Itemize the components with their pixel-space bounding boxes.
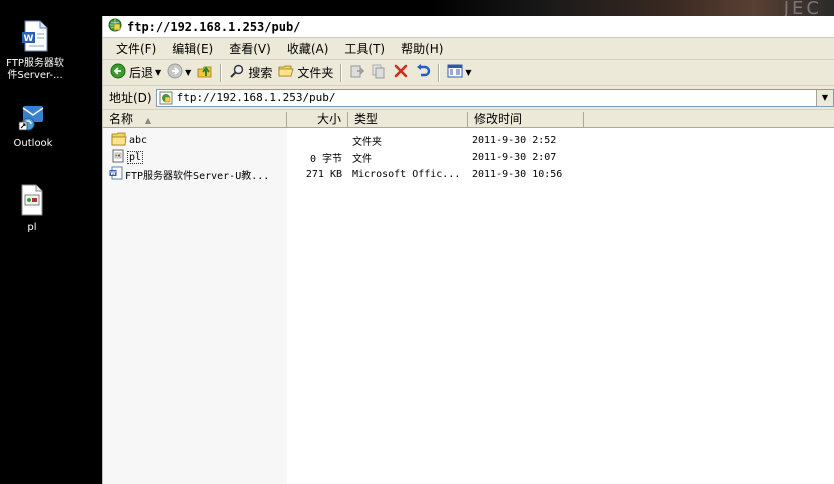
file-modified: 2011-9-30 2:52 bbox=[472, 135, 557, 146]
column-header-modified[interactable]: 修改时间 bbox=[468, 112, 584, 127]
toolbar-separator bbox=[220, 63, 223, 82]
folders-label: 文件夹 bbox=[297, 66, 334, 80]
copy-to-button[interactable] bbox=[368, 62, 390, 84]
column-header-row: 名称 ▲ 大小 类型 修改时间 bbox=[103, 112, 834, 128]
folder-icon bbox=[111, 132, 127, 149]
word-doc-icon: W bbox=[109, 166, 123, 183]
move-to-button[interactable] bbox=[346, 62, 368, 84]
menu-favorites[interactable]: 收藏(A) bbox=[279, 40, 337, 57]
address-value: ftp://192.168.1.253/pub/ bbox=[176, 91, 336, 104]
window-title: ftp://192.168.1.253/pub/ bbox=[127, 19, 301, 34]
menu-file[interactable]: 文件(F) bbox=[108, 40, 164, 57]
toolbar: 后退 ▼ ▼ 搜索 文件夹 ▼ bbox=[103, 60, 834, 86]
file-type: 文件夹 bbox=[352, 137, 382, 148]
search-label: 搜索 bbox=[248, 66, 273, 80]
file-rows: abc 文件夹 2011-9-30 2:52 pl 0 字节 文件 2011-9… bbox=[103, 132, 834, 183]
file-name: pl bbox=[127, 151, 144, 164]
address-dropdown-button[interactable]: ▼ bbox=[816, 89, 833, 106]
menu-tools[interactable]: 工具(T) bbox=[336, 40, 393, 57]
file-icon bbox=[111, 149, 125, 166]
file-size: 0 字节 bbox=[309, 154, 342, 165]
svg-text:W: W bbox=[24, 34, 34, 44]
desktop-icon-label: pl bbox=[27, 222, 37, 233]
delete-button[interactable] bbox=[390, 62, 412, 84]
ie-page-icon bbox=[159, 91, 173, 105]
file-modified: 2011-9-30 2:07 bbox=[472, 152, 557, 163]
menu-view[interactable]: 查看(V) bbox=[221, 40, 279, 57]
back-button[interactable]: 后退 ▼ bbox=[107, 62, 164, 84]
menu-edit[interactable]: 编辑(E) bbox=[164, 40, 221, 57]
chevron-down-icon[interactable]: ▼ bbox=[465, 68, 471, 77]
file-row-abc[interactable]: abc 文件夹 2011-9-30 2:52 bbox=[103, 132, 834, 149]
forward-arrow-icon bbox=[167, 63, 183, 82]
search-button[interactable]: 搜索 bbox=[226, 62, 275, 84]
chevron-down-icon[interactable]: ▼ bbox=[155, 68, 161, 77]
up-folder-button[interactable] bbox=[194, 62, 216, 84]
back-label: 后退 bbox=[129, 66, 154, 80]
toolbar-separator bbox=[438, 63, 441, 82]
address-input[interactable]: ftp://192.168.1.253/pub/ ▼ bbox=[155, 88, 834, 107]
column-header-name[interactable]: 名称 ▲ bbox=[103, 112, 287, 127]
views-button[interactable]: ▼ bbox=[444, 62, 474, 84]
desktop-icon-ftp-doc[interactable]: W FTP服务器软 件Server-... bbox=[0, 20, 70, 82]
file-row-ftp-doc[interactable]: W FTP服务器软件Server-U教... 271 KB Microsoft … bbox=[103, 166, 834, 183]
chevron-down-icon: ▼ bbox=[821, 93, 829, 102]
file-type: 文件 bbox=[352, 154, 372, 165]
folders-button[interactable]: 文件夹 bbox=[275, 62, 336, 84]
column-header-name-label: 名称 bbox=[109, 112, 134, 126]
copy-to-icon bbox=[371, 63, 387, 82]
search-icon bbox=[229, 63, 245, 82]
file-type: Microsoft Offic... bbox=[352, 169, 461, 180]
word-doc-icon: W bbox=[0, 20, 70, 56]
delete-x-icon bbox=[393, 63, 409, 82]
toolbar-separator bbox=[340, 63, 343, 82]
address-label: 地址(D) bbox=[109, 91, 152, 105]
file-size: 271 KB bbox=[305, 169, 342, 180]
file-name: abc bbox=[129, 135, 148, 146]
file-list: 名称 ▲ 大小 类型 修改时间 abc 文件夹 2011-9-30 2:52 p… bbox=[103, 112, 834, 484]
file-icon bbox=[0, 184, 67, 220]
up-folder-icon bbox=[197, 63, 213, 82]
desktop-icon-label: FTP服务器软 件Server-... bbox=[6, 58, 64, 81]
menu-bar: 文件(F) 编辑(E) 查看(V) 收藏(A) 工具(T) 帮助(H) bbox=[103, 38, 834, 60]
file-modified: 2011-9-30 10:56 bbox=[472, 169, 563, 180]
views-grid-icon bbox=[447, 63, 463, 82]
file-name: FTP服务器软件Server-U教... bbox=[125, 171, 270, 182]
svg-text:W: W bbox=[110, 171, 116, 177]
desktop-icon-label: Outlook bbox=[13, 138, 53, 149]
file-row-pl[interactable]: pl 0 字节 文件 2011-9-30 2:07 bbox=[103, 149, 834, 166]
move-to-icon bbox=[349, 63, 365, 82]
chevron-down-icon[interactable]: ▼ bbox=[185, 68, 191, 77]
address-bar: 地址(D) ftp://192.168.1.253/pub/ ▼ bbox=[103, 86, 834, 110]
ie-globe-icon bbox=[108, 18, 122, 35]
undo-button[interactable] bbox=[412, 62, 434, 84]
column-header-size[interactable]: 大小 bbox=[287, 112, 348, 127]
desktop-icon-outlook[interactable]: Outlook bbox=[0, 102, 68, 150]
desktop-icon-pl[interactable]: pl bbox=[0, 184, 67, 234]
column-header-type[interactable]: 类型 bbox=[348, 112, 468, 127]
folders-icon bbox=[278, 63, 294, 82]
outlook-icon bbox=[0, 102, 68, 136]
menu-help[interactable]: 帮助(H) bbox=[393, 40, 451, 57]
sort-ascending-icon: ▲ bbox=[144, 116, 151, 125]
back-arrow-icon bbox=[110, 63, 126, 82]
undo-icon bbox=[415, 63, 431, 82]
forward-button[interactable]: ▼ bbox=[164, 62, 194, 84]
title-bar[interactable]: ftp://192.168.1.253/pub/ bbox=[103, 16, 834, 38]
explorer-window: ftp://192.168.1.253/pub/ 文件(F) 编辑(E) 查看(… bbox=[102, 16, 834, 484]
